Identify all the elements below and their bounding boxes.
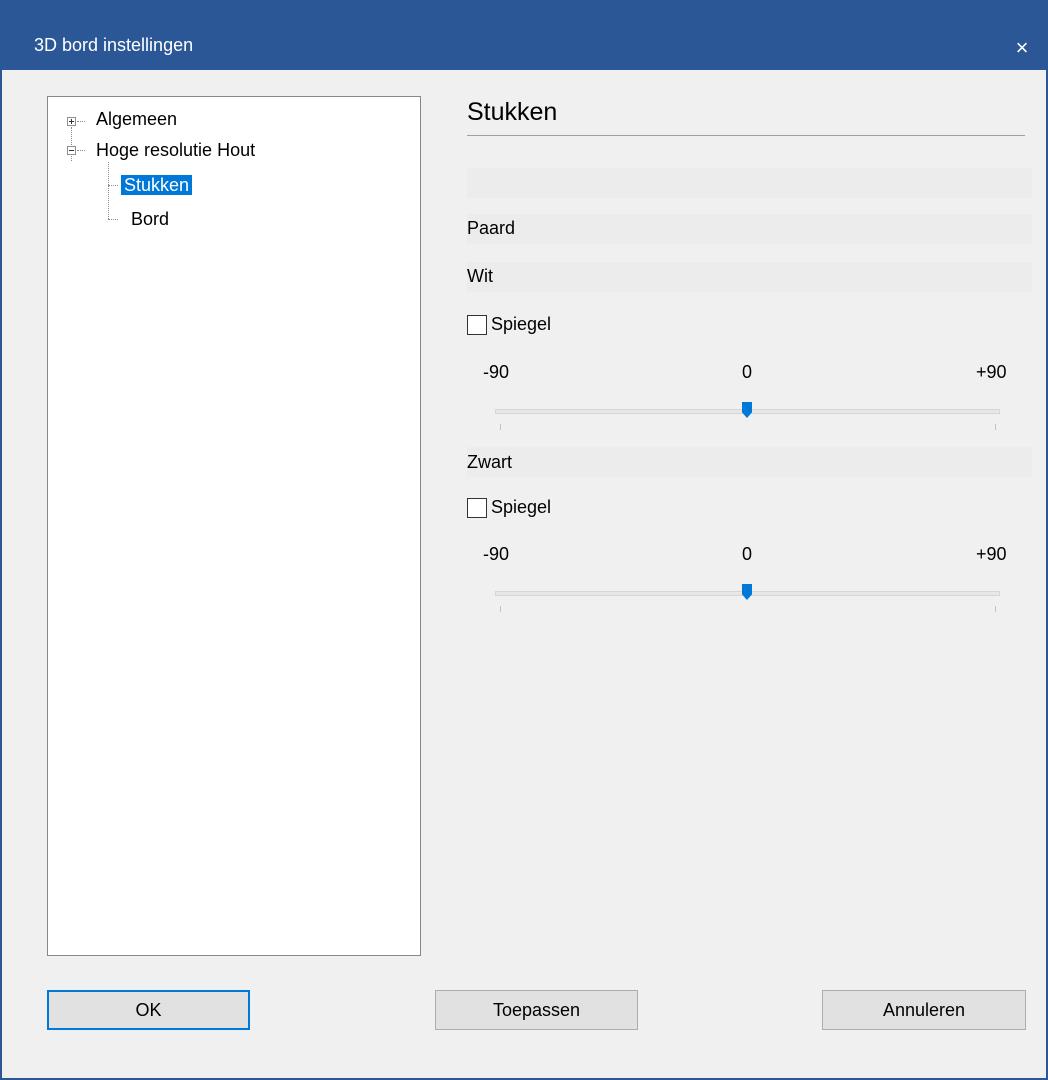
tree-connector <box>108 162 109 219</box>
tree-connector <box>108 219 118 220</box>
slider-tick <box>500 424 501 430</box>
close-icon: × <box>1015 35 1029 60</box>
tree-item-label: Hoge resolutie Hout <box>96 140 256 160</box>
white-mid-label: 0 <box>742 362 753 382</box>
window-title: 3D bord instellingen <box>34 35 194 55</box>
tree-item-algemeen[interactable]: Algemeen <box>96 105 177 133</box>
tree-item-stukken[interactable]: Stukken <box>121 171 193 199</box>
black-min-label: -90 <box>483 544 510 564</box>
black-label: Zwart <box>467 452 512 472</box>
window-border-left <box>0 70 2 1080</box>
cancel-button[interactable]: Annuleren <box>822 990 1026 1030</box>
tree-connector <box>77 121 85 122</box>
title-divider <box>467 135 1025 136</box>
label-strip <box>467 447 1032 477</box>
slider-thumb[interactable] <box>742 584 752 600</box>
white-min-label: -90 <box>483 362 510 382</box>
black-rotation-slider[interactable] <box>495 584 1000 614</box>
checkbox-box[interactable] <box>467 314 487 335</box>
close-button[interactable]: × <box>996 20 1048 70</box>
white-rotation-slider[interactable] <box>495 402 1000 432</box>
empty-strip <box>467 168 1032 198</box>
ok-button[interactable]: OK <box>47 990 250 1030</box>
tree-item-bord[interactable]: Bord <box>131 205 169 233</box>
settings-tree[interactable]: Algemeen Hoge resolutie Hout Stukken Bor… <box>47 96 421 956</box>
label-strip <box>467 262 1032 292</box>
tree-connector <box>71 127 72 161</box>
black-mid-label: 0 <box>742 544 753 564</box>
slider-tick <box>995 606 996 612</box>
expand-icon[interactable] <box>67 117 76 126</box>
collapse-icon[interactable] <box>67 146 76 155</box>
tree-connector <box>108 185 118 186</box>
slider-tick <box>500 606 501 612</box>
tree-item-label: Bord <box>131 209 170 229</box>
tree-item-hoge-resolutie-hout[interactable]: Hoge resolutie Hout <box>96 136 255 164</box>
tree-connector <box>77 150 85 151</box>
tree-item-label: Algemeen <box>96 109 178 129</box>
white-label: Wit <box>467 266 493 286</box>
title-bar: 3D bord instellingen × <box>0 0 1048 70</box>
black-max-label: +90 <box>976 544 1007 564</box>
slider-thumb[interactable] <box>742 402 752 418</box>
checkbox-label: Spiegel <box>491 497 552 517</box>
piece-label: Paard <box>467 218 516 238</box>
checkbox-box[interactable] <box>467 497 487 518</box>
white-max-label: +90 <box>976 362 1007 382</box>
black-mirror-checkbox[interactable]: Spiegel <box>467 497 551 518</box>
checkbox-label: Spiegel <box>491 314 552 334</box>
apply-button[interactable]: Toepassen <box>435 990 638 1030</box>
slider-tick <box>995 424 996 430</box>
label-strip <box>467 214 1032 244</box>
page-title: Stukken <box>467 98 558 126</box>
tree-item-label: Stukken <box>121 175 193 195</box>
white-mirror-checkbox[interactable]: Spiegel <box>467 314 551 335</box>
